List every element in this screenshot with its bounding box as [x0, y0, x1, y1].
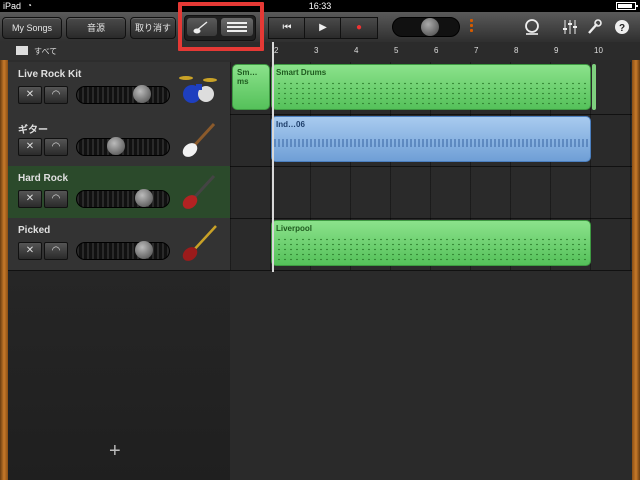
bar-4: 4	[354, 46, 359, 55]
mute-button[interactable]: ✕	[18, 190, 42, 208]
track-volume-slider[interactable]	[76, 137, 170, 156]
wood-panel-left	[0, 60, 8, 480]
drum-kit-icon	[179, 76, 217, 103]
playhead[interactable]	[272, 42, 274, 272]
track-volume-slider[interactable]	[76, 85, 170, 104]
all-tracks-icon[interactable]	[16, 46, 28, 55]
track-volume-knob[interactable]	[135, 189, 153, 207]
solo-button[interactable]: ◠	[44, 190, 68, 208]
guitar-icon	[182, 174, 216, 209]
instruments-button[interactable]: 音源	[66, 17, 126, 39]
bass-guitar-icon	[182, 225, 217, 261]
drum-region-intro[interactable]: Sm…ms	[232, 64, 270, 110]
solo-button[interactable]: ◠	[44, 86, 68, 104]
bar-8: 8	[514, 46, 519, 55]
track-name: Picked	[18, 225, 51, 236]
undo-button[interactable]: 取り消す	[130, 17, 176, 39]
help-icon[interactable]: ?	[612, 16, 632, 38]
status-bar: iPad ◔ 16:33	[0, 0, 640, 12]
bar-9: 9	[554, 46, 559, 55]
region-label: Liverpool	[276, 224, 313, 233]
mute-button[interactable]: ✕	[18, 242, 42, 260]
master-volume-slider[interactable]	[392, 17, 460, 37]
lane-hard-rock[interactable]	[230, 166, 632, 219]
bar-5: 5	[394, 46, 399, 55]
track-volume-knob[interactable]	[107, 137, 125, 155]
track-volume-knob[interactable]	[133, 85, 151, 103]
wood-panel-right	[632, 60, 640, 480]
wrench-icon[interactable]	[584, 16, 604, 38]
picked-region[interactable]: Liverpool	[271, 220, 591, 266]
region-label: Sm…ms	[237, 68, 258, 86]
all-tracks-label: すべて	[34, 47, 58, 56]
track-name: Live Rock Kit	[18, 69, 82, 80]
master-volume-knob[interactable]	[421, 18, 439, 36]
play-button[interactable]: ▶	[304, 17, 342, 39]
track-header-hard-rock[interactable]: Hard Rock ✕ ◠	[8, 166, 230, 219]
level-meter	[470, 19, 476, 35]
drum-region-main[interactable]: Smart Drums	[271, 64, 591, 110]
bar-10: 10	[594, 46, 603, 55]
track-header-live-rock-kit[interactable]: Live Rock Kit ✕ ◠	[8, 62, 230, 115]
region-resize-handle[interactable]	[592, 64, 596, 110]
track-name: ギター	[18, 125, 48, 136]
add-track-button[interactable]: +	[109, 440, 121, 463]
guitar-icon	[182, 122, 216, 157]
solo-button[interactable]: ◠	[44, 242, 68, 260]
loop-icon[interactable]	[522, 16, 542, 38]
my-songs-button[interactable]: My Songs	[2, 17, 62, 39]
track-name: Hard Rock	[18, 173, 69, 184]
track-volume-knob[interactable]	[135, 241, 153, 259]
solo-button[interactable]: ◠	[44, 138, 68, 156]
mixer-icon[interactable]	[560, 16, 580, 38]
rewind-button[interactable]: ⏮	[268, 17, 306, 39]
battery-icon	[616, 2, 638, 10]
track-header-guitar[interactable]: ギター ✕ ◠	[8, 114, 230, 167]
region-label: Ind…06	[276, 120, 305, 129]
clock: 16:33	[308, 1, 332, 11]
mute-button[interactable]: ✕	[18, 138, 42, 156]
highlight-box	[178, 2, 264, 51]
bar-2: 2	[274, 46, 279, 55]
timeline-ruler[interactable]: 2 3 4 5 6 7 8 9 10	[230, 42, 640, 61]
region-label: Smart Drums	[276, 68, 327, 77]
svg-text:?: ?	[619, 23, 625, 34]
bar-3: 3	[314, 46, 319, 55]
bar-7: 7	[474, 46, 479, 55]
track-header-picked[interactable]: Picked ✕ ◠	[8, 218, 230, 271]
mute-button[interactable]: ✕	[18, 86, 42, 104]
guitar-region[interactable]: Ind…06	[271, 116, 591, 162]
track-volume-slider[interactable]	[76, 189, 170, 208]
tracks-canvas[interactable]: Sm…ms Smart Drums Ind…06 Liverpool	[230, 60, 632, 480]
track-volume-slider[interactable]	[76, 241, 170, 260]
record-button[interactable]: ●	[340, 17, 378, 39]
bar-6: 6	[434, 46, 439, 55]
